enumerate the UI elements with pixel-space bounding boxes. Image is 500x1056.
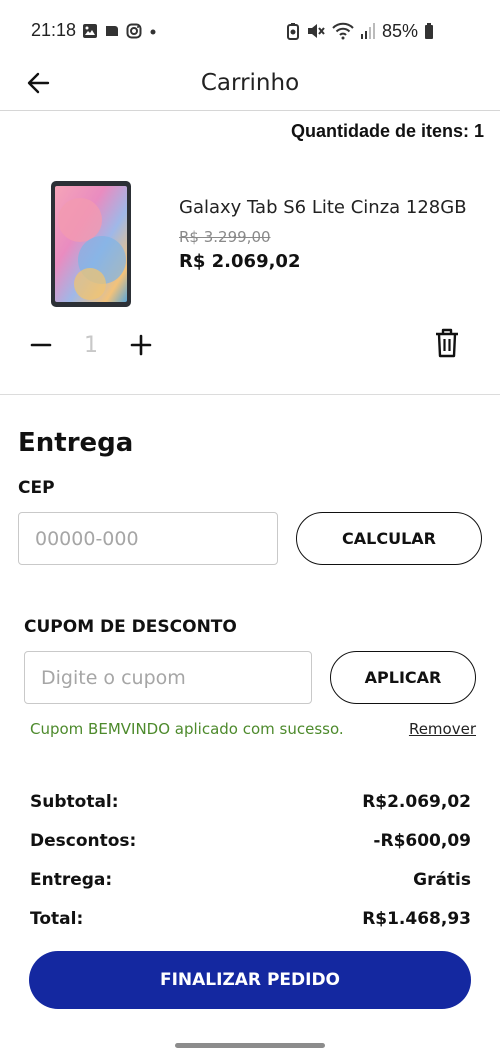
status-system-icons: 85% — [286, 21, 434, 41]
product-price: R$ 2.069,02 — [179, 251, 301, 272]
cep-label: CEP — [18, 478, 55, 498]
page-title: Carrinho — [200, 70, 300, 96]
remove-item-button[interactable] — [432, 327, 462, 359]
total-value: R$1.468,93 — [362, 909, 471, 929]
section-divider — [0, 394, 500, 395]
quantity-value: 1 — [84, 333, 98, 358]
mute-icon — [308, 24, 325, 38]
battery-percent: 85% — [382, 20, 419, 41]
coupon-label: CUPOM DE DESCONTO — [24, 617, 237, 637]
checkout-button[interactable]: FINALIZAR PEDIDO — [29, 951, 471, 1009]
instagram-icon — [126, 23, 142, 39]
product-name[interactable]: Galaxy Tab S6 Lite Cinza 128GB — [179, 197, 467, 218]
data-saver-icon — [287, 23, 299, 40]
gallery-icon — [83, 24, 97, 38]
status-notification-icons — [82, 22, 158, 40]
status-bar: 21:18 85% — [0, 0, 500, 62]
dot-icon — [150, 29, 156, 35]
delivery-title: Entrega — [18, 428, 134, 458]
app-header: Carrinho — [0, 62, 500, 111]
tablet-image — [51, 181, 131, 307]
signal-icon — [361, 23, 375, 39]
trash-icon — [436, 328, 458, 358]
coupon-input[interactable] — [24, 651, 312, 704]
shipping-label: Entrega: — [30, 870, 113, 890]
discounts-value: -R$600,09 — [373, 831, 471, 851]
increase-quantity-button[interactable] — [128, 332, 154, 358]
status-time: 21:18 — [31, 20, 77, 40]
wifi-icon — [332, 22, 354, 40]
item-count-label: Quantidade de itens: 1 — [290, 121, 484, 141]
subtotal-value: R$2.069,02 — [362, 792, 471, 812]
discounts-label: Descontos: — [30, 831, 137, 851]
notification-app-icon — [106, 26, 118, 36]
calculate-shipping-button[interactable]: CALCULAR — [296, 512, 482, 565]
product-old-price: R$ 3.299,00 — [179, 228, 271, 246]
total-label: Total: — [30, 909, 84, 929]
shipping-value: Grátis — [413, 870, 471, 890]
product-image[interactable] — [50, 180, 132, 308]
battery-icon — [425, 23, 434, 39]
minus-icon — [30, 343, 52, 347]
apply-coupon-button[interactable]: APLICAR — [330, 651, 476, 704]
cep-input[interactable] — [18, 512, 278, 565]
coupon-success-message: Cupom BEMVINDO aplicado com sucesso. — [30, 720, 344, 738]
remove-coupon-link[interactable]: Remover — [409, 720, 476, 738]
decrease-quantity-button[interactable] — [28, 332, 54, 358]
subtotal-label: Subtotal: — [30, 792, 119, 812]
home-indicator[interactable] — [175, 1043, 325, 1048]
plus-icon — [130, 334, 152, 356]
